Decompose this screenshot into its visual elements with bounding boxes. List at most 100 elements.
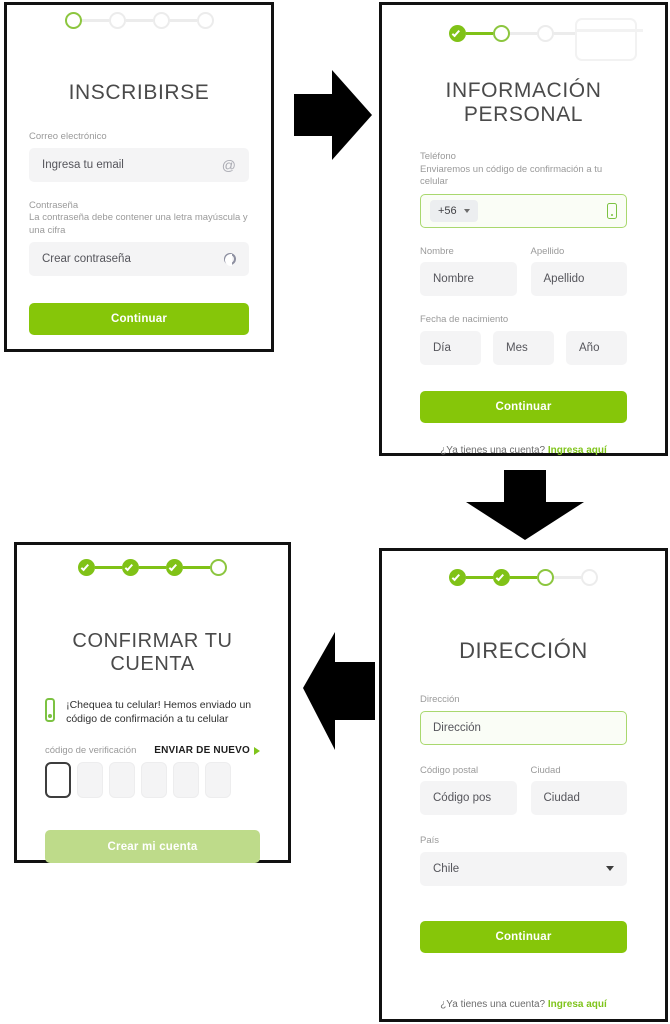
step-2[interactable] (108, 12, 126, 29)
at-icon: @ (221, 156, 236, 173)
birthdate-label: Fecha de nacimiento (420, 314, 509, 325)
phone-field[interactable]: +56 (420, 193, 627, 228)
first-name-field[interactable]: Nombre (420, 262, 517, 296)
zip-label: Código postal (420, 764, 479, 776)
confirm-notice-text: ¡Chequea tu celular! Hemos enviado un có… (66, 699, 252, 725)
street-field[interactable]: Dirección (420, 710, 627, 745)
email-label: Correo electrónico (29, 131, 107, 142)
country-select[interactable]: Chile (420, 851, 627, 886)
page-title: DIRECCIÓN (459, 638, 588, 663)
code-input-2[interactable] (77, 762, 103, 798)
zip-placeholder: Código pos (433, 792, 492, 804)
code-input-4[interactable] (141, 762, 167, 798)
page-title: INFORMACIÓN PERSONAL (445, 79, 602, 126)
step-2[interactable] (493, 25, 510, 42)
email-field[interactable]: Ingresa tu email @ (29, 147, 249, 182)
step-line-2 (125, 19, 153, 22)
step-line-1 (95, 566, 122, 569)
login-prompt: ¿Ya tienes una cuenta? Ingresa aquí (420, 445, 627, 456)
login-link[interactable]: Ingresa aquí (548, 445, 607, 456)
birth-year-placeholder: Año (579, 341, 600, 354)
step-line-1 (466, 576, 493, 579)
step-1[interactable] (449, 25, 466, 42)
password-field[interactable]: Crear contraseña (29, 242, 249, 276)
code-input-6[interactable] (205, 762, 231, 798)
panel-direccion: DIRECCIÓN Dirección Dirección Código pos… (379, 548, 668, 1022)
step-1[interactable] (64, 12, 82, 29)
city-field[interactable]: Ciudad (530, 781, 627, 815)
arrow-personal-to-address (466, 470, 584, 540)
birth-day-field[interactable]: Día (420, 330, 481, 365)
resend-code-button[interactable]: ENVIAR DE NUEVO (154, 745, 260, 756)
step-line-2 (510, 576, 537, 579)
zip-field[interactable]: Código pos (420, 781, 517, 815)
stepper-personal (420, 5, 643, 61)
step-4[interactable] (196, 12, 214, 29)
continuar-button[interactable]: Continuar (420, 920, 627, 953)
step-line-2 (139, 566, 166, 569)
step-3[interactable] (152, 12, 170, 29)
step-2[interactable] (493, 569, 510, 586)
step-line-3 (169, 19, 197, 22)
password-hint: La contraseña debe contener una letra ma… (29, 212, 248, 236)
birth-month-field[interactable]: Mes (493, 330, 554, 365)
step-3[interactable] (166, 559, 183, 576)
verification-code-header: código de verificación ENVIAR DE NUEVO (45, 745, 260, 756)
last-name-label: Apellido (530, 245, 565, 257)
stepper-confirm (45, 545, 260, 576)
step-4[interactable] (581, 569, 598, 586)
play-arrow-icon (254, 746, 260, 755)
birth-day-placeholder: Día (433, 341, 451, 354)
stepper-address (420, 551, 627, 586)
step-3[interactable] (537, 569, 554, 586)
chevron-down-icon (463, 208, 470, 213)
password-placeholder: Crear contraseña (42, 253, 131, 265)
step-line-3 (183, 566, 210, 569)
login-prompt-text: ¿Ya tienes una cuenta? (440, 444, 546, 456)
stepper-overlay-artifact (575, 18, 637, 61)
login-prompt-text: ¿Ya tienes una cuenta? (440, 998, 546, 1010)
birth-year-field[interactable]: Año (566, 330, 627, 365)
country-label: País (420, 835, 440, 846)
country-code-select[interactable]: +56 (430, 199, 478, 222)
city-placeholder: Ciudad (543, 792, 580, 804)
panel-informacion-personal: INFORMACIÓN PERSONAL Teléfono Enviaremos… (379, 2, 668, 456)
phone-label: Teléfono (420, 151, 456, 162)
code-input-5[interactable] (173, 762, 199, 798)
crear-mi-cuenta-button[interactable]: Crear mi cuenta (45, 830, 260, 863)
code-input-3[interactable] (109, 762, 135, 798)
password-label: Contraseña (29, 199, 79, 211)
login-prompt: ¿Ya tienes una cuenta? Ingresa aquí (420, 999, 627, 1010)
first-name-label: Nombre (420, 245, 454, 257)
email-placeholder: Ingresa tu email (42, 158, 124, 171)
phone-icon (607, 202, 617, 219)
eye-icon[interactable] (224, 253, 236, 266)
login-link[interactable]: Ingresa aquí (548, 999, 607, 1010)
last-name-field[interactable]: Apellido (530, 262, 627, 296)
arrow-address-to-confirm (303, 632, 375, 750)
step-4[interactable] (210, 559, 227, 576)
code-input-1[interactable] (45, 762, 71, 798)
continuar-button[interactable]: Continuar (420, 390, 627, 423)
first-name-placeholder: Nombre (433, 273, 474, 285)
flow-diagram: INSCRIBIRSE Correo electrónico Ingresa t… (0, 0, 670, 1024)
panel-inscribirse: INSCRIBIRSE Correo electrónico Ingresa t… (4, 2, 274, 352)
city-label: Ciudad (530, 764, 561, 776)
step-line-1 (466, 32, 493, 35)
chevron-down-icon (606, 866, 614, 871)
step-2[interactable] (122, 559, 139, 576)
stepper-signup (29, 5, 249, 29)
continuar-button[interactable]: Continuar (29, 303, 249, 335)
step-line-3 (554, 576, 581, 579)
step-1[interactable] (449, 569, 466, 586)
step-3[interactable] (537, 25, 554, 42)
resend-code-label: ENVIAR DE NUEVO (154, 745, 250, 756)
confirm-notice: ¡Chequea tu celular! Hemos enviado un có… (45, 698, 260, 726)
street-placeholder: Dirección (433, 721, 481, 734)
verification-code-inputs (45, 762, 260, 798)
zip-city-row: Código postal Código pos Ciudad Ciudad (420, 764, 627, 815)
step-line-2 (510, 32, 537, 35)
verification-code-label: código de verificación (45, 745, 137, 756)
step-1[interactable] (78, 559, 95, 576)
country-value: Chile (433, 862, 460, 875)
